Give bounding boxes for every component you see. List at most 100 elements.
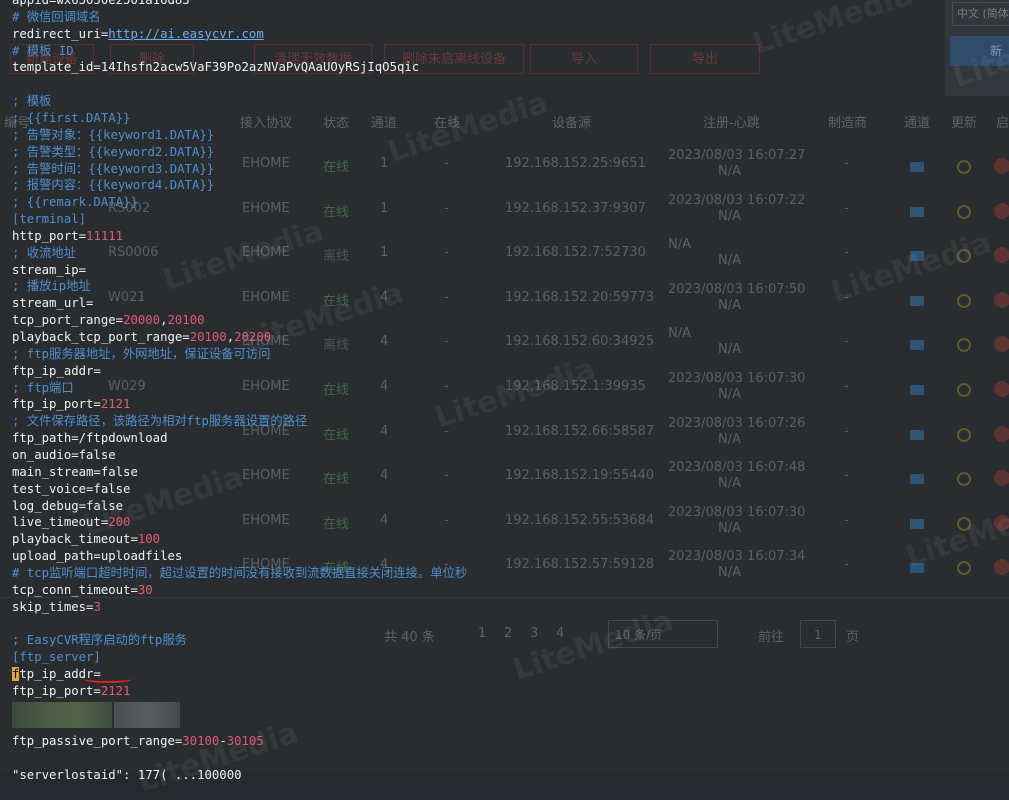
channel-count: 4 — [380, 512, 389, 528]
manufacturer-cell: - — [844, 200, 849, 216]
config-line: # 模板 ID — [12, 43, 74, 60]
page-number[interactable]: 2 — [504, 626, 512, 641]
status-cell: 在线 — [323, 383, 350, 398]
protocol-cell: EHOME — [242, 379, 290, 394]
goto-input[interactable]: 1 — [800, 620, 836, 648]
folder-icon[interactable] — [910, 385, 924, 395]
config-token: 100 — [137, 532, 161, 547]
config-token: skip_times= — [12, 599, 94, 614]
channel-count: 4 — [380, 468, 389, 484]
config-token: upload_path=uploadfiles — [12, 549, 183, 564]
config-token: appid=wx63050e2501a16d83 — [12, 0, 190, 7]
config-token: "serverlostaid": 177( ...100000 — [12, 768, 242, 783]
config-token: ; 告警对象：{{keyword1.DATA}} — [12, 127, 215, 142]
config-line: playback_timeout=100 — [12, 531, 160, 548]
device-name: W029 — [108, 379, 146, 394]
column-header: 状态 — [323, 116, 350, 131]
online-count: - — [444, 334, 449, 350]
config-token: 20200 — [234, 330, 272, 344]
toggle-icon[interactable] — [994, 336, 1009, 353]
config-token: 3 — [93, 599, 101, 614]
config-token: http_port= — [12, 228, 87, 243]
folder-icon[interactable] — [910, 429, 924, 440]
heartbeat-time: N/A — [718, 297, 741, 313]
config-token: ; 文件保存路径，该路径为相对ftp服务器设置的路径 — [12, 414, 308, 429]
refresh-icon[interactable] — [957, 427, 971, 442]
folder-icon[interactable] — [910, 162, 924, 172]
config-line: ; 播放ip地址 — [12, 278, 91, 295]
refresh-icon[interactable] — [957, 204, 971, 219]
source-cell: 192.168.152.57:59128 — [505, 557, 655, 573]
config-token: , — [160, 313, 168, 328]
device-name: RS0006 — [108, 245, 159, 261]
config-line: ftp_ip_port=2121 — [12, 683, 130, 700]
folder-icon[interactable] — [910, 206, 924, 217]
register-time: N/A — [668, 237, 691, 253]
page-number[interactable]: 1 — [478, 626, 486, 641]
heartbeat-time: N/A — [718, 253, 741, 269]
status-cell: 在线 — [323, 160, 350, 175]
refresh-icon[interactable] — [957, 561, 971, 576]
config-token: # 微信回调域名 — [12, 9, 101, 24]
refresh-icon[interactable] — [957, 160, 971, 174]
source-cell: 192.168.152.25:9651 — [505, 156, 646, 171]
folder-icon[interactable] — [910, 518, 924, 529]
config-token: 30 — [137, 582, 153, 597]
config-line: ftp_path=/ftpdownload — [12, 430, 167, 447]
config-token: ; EasyCVR程序启动的ftp服务 — [12, 633, 187, 648]
config-token: 20100 — [167, 313, 205, 328]
refresh-icon[interactable] — [957, 472, 971, 487]
config-token: ftp_path=/ftpdownload — [12, 431, 168, 446]
status-cell: 离线 — [323, 338, 350, 354]
refresh-icon[interactable] — [957, 338, 971, 353]
refresh-icon[interactable] — [957, 383, 971, 397]
heartbeat-time: N/A — [718, 208, 741, 224]
language-select[interactable]: 中文 (简体 — [952, 2, 1009, 26]
toolbar-button[interactable]: 导入 — [530, 44, 638, 74]
toggle-icon[interactable] — [994, 158, 1009, 174]
manufacturer-cell: - — [844, 512, 849, 528]
register-time: 2023/08/03 16:07:30 — [668, 371, 806, 386]
config-line: ; 报警内容：{{keyword4.DATA}} — [12, 177, 214, 194]
table-row[interactable]: RS002 EHOME 在线 1-192.168.152.37:9307 2023/08… — [0, 193, 1009, 241]
toggle-icon[interactable] — [994, 291, 1009, 308]
heartbeat-time: N/A — [718, 164, 741, 179]
blurred-region — [12, 702, 112, 728]
register-time: 2023/08/03 16:07:22 — [668, 192, 806, 208]
toolbar-button[interactable]: 导出 — [650, 44, 760, 74]
config-token: test_voice=false — [12, 481, 131, 496]
config-line: log_debug=false — [12, 498, 123, 515]
source-cell: 192.168.152.20:59773 — [505, 289, 655, 305]
toggle-icon[interactable] — [994, 425, 1009, 442]
config-line: ; 告警时间：{{keyword3.DATA}} — [12, 161, 214, 178]
status-cell: 在线 — [323, 427, 350, 443]
folder-icon[interactable] — [910, 295, 924, 306]
column-header: 通道 — [371, 116, 398, 131]
refresh-icon[interactable] — [957, 293, 971, 308]
channel-count: 4 — [380, 334, 389, 350]
device-name: W021 — [108, 289, 146, 305]
online-count: - — [444, 512, 449, 528]
source-cell: 192.168.152.37:9307 — [505, 200, 646, 216]
page-number[interactable]: 3 — [530, 626, 538, 641]
register-time: 2023/08/03 16:07:34 — [668, 549, 806, 565]
toggle-icon[interactable] — [994, 559, 1009, 576]
config-token: stream_url= — [12, 296, 94, 311]
source-cell: 192.168.152.19:55440 — [505, 468, 655, 484]
config-token: ; 模板 — [12, 94, 52, 109]
folder-icon[interactable] — [910, 474, 924, 485]
register-time: N/A — [668, 326, 691, 342]
protocol-cell: EHOME — [242, 156, 290, 171]
config-token: ftp_ip_addr= — [12, 363, 101, 378]
toggle-icon[interactable] — [994, 381, 1009, 397]
config-token: 2121 — [100, 397, 131, 412]
config-token: ; {{remark.DATA}} — [12, 195, 138, 210]
toggle-icon[interactable] — [994, 247, 1009, 264]
toggle-icon[interactable] — [994, 470, 1009, 487]
toggle-icon[interactable] — [994, 202, 1009, 219]
register-time: 2023/08/03 16:07:50 — [668, 281, 806, 297]
config-token: ; 播放ip地址 — [12, 279, 91, 294]
folder-icon[interactable] — [910, 340, 924, 351]
page-suffix: 页 — [846, 630, 860, 645]
manufacturer-cell: - — [844, 379, 849, 394]
